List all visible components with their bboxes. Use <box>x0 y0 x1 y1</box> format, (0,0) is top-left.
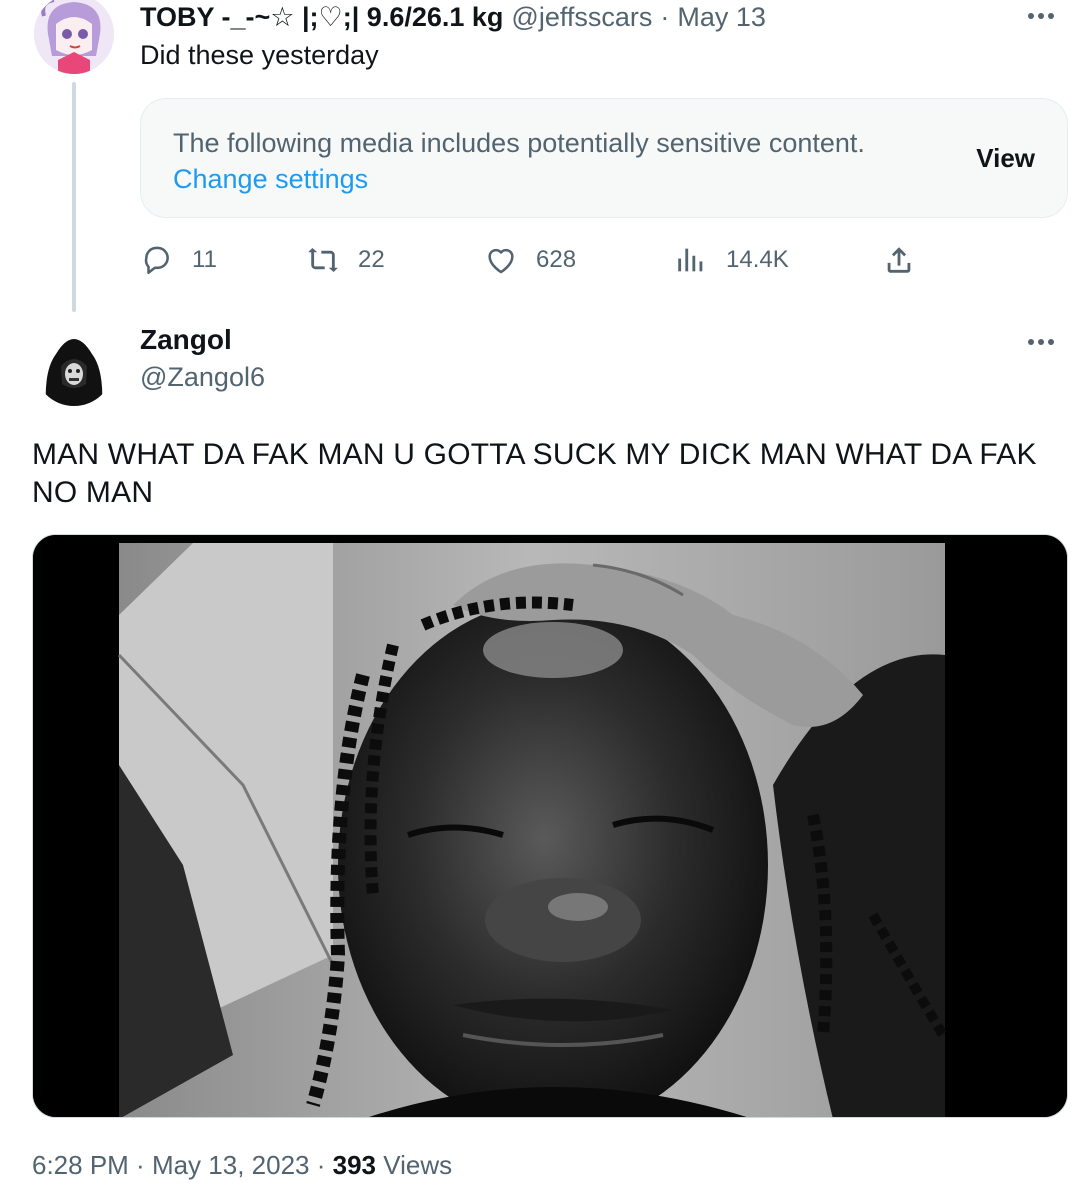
tweet-timestamp: 6:28 PM · May 13, 2023 · 393 Views <box>32 1150 452 1181</box>
reply-button[interactable]: 11 <box>140 240 217 280</box>
avatar-toby[interactable] <box>34 0 114 74</box>
tweet-media-image[interactable] <box>32 534 1068 1118</box>
post-date[interactable]: May 13, 2023 <box>152 1150 310 1180</box>
like-button[interactable]: 628 <box>484 240 576 280</box>
separator-dot: · <box>309 1150 333 1180</box>
more-options-icon[interactable] <box>1025 330 1057 354</box>
tweet-text: MAN WHAT DA FAK MAN U GOTTA SUCK MY DICK… <box>32 438 1037 509</box>
view-button[interactable]: View <box>976 143 1035 174</box>
view-count: 14.4K <box>726 246 789 273</box>
post-date[interactable]: May 13 <box>677 2 766 33</box>
repost-button[interactable]: 22 <box>306 240 385 280</box>
tweet-text: Did these yesterday <box>140 40 379 70</box>
author-name[interactable]: TOBY -_-~☆ |;♡;| 9.6/26.1 kg <box>140 2 503 33</box>
sensitive-message: The following media includes potentially… <box>173 128 865 158</box>
action-bar: 11 22 628 14.4K <box>140 240 940 280</box>
separator-dot: · <box>128 1150 152 1180</box>
post-time[interactable]: 6:28 PM <box>32 1150 129 1180</box>
share-button[interactable] <box>882 240 916 280</box>
reply-context-header: TOBY -_-~☆ |;♡;| 9.6/26.1 kg @jeffsscars… <box>140 2 766 36</box>
views-label: Views <box>376 1150 453 1180</box>
like-count: 628 <box>536 246 577 273</box>
analytics-icon <box>678 248 703 272</box>
more-options-icon[interactable] <box>1025 4 1057 28</box>
author-handle[interactable]: @Zangol6 <box>140 362 265 393</box>
author-name[interactable]: Zangol <box>140 324 232 356</box>
reply-count: 11 <box>192 246 217 273</box>
sensitive-content-warning: The following media includes potentially… <box>140 98 1068 218</box>
views-count[interactable]: 393 <box>333 1150 376 1180</box>
reply-icon <box>144 246 169 275</box>
views-button[interactable]: 14.4K <box>674 240 789 280</box>
share-icon <box>887 247 911 273</box>
author-handle[interactable]: @jeffsscars <box>511 2 652 33</box>
separator-dot: · <box>660 2 670 32</box>
thread-connector-line <box>72 82 76 312</box>
avatar-zangol[interactable] <box>34 326 114 406</box>
change-settings-link[interactable]: Change settings <box>173 161 368 197</box>
repost-icon <box>308 247 338 273</box>
heart-icon <box>488 248 514 274</box>
repost-count: 22 <box>358 246 385 273</box>
